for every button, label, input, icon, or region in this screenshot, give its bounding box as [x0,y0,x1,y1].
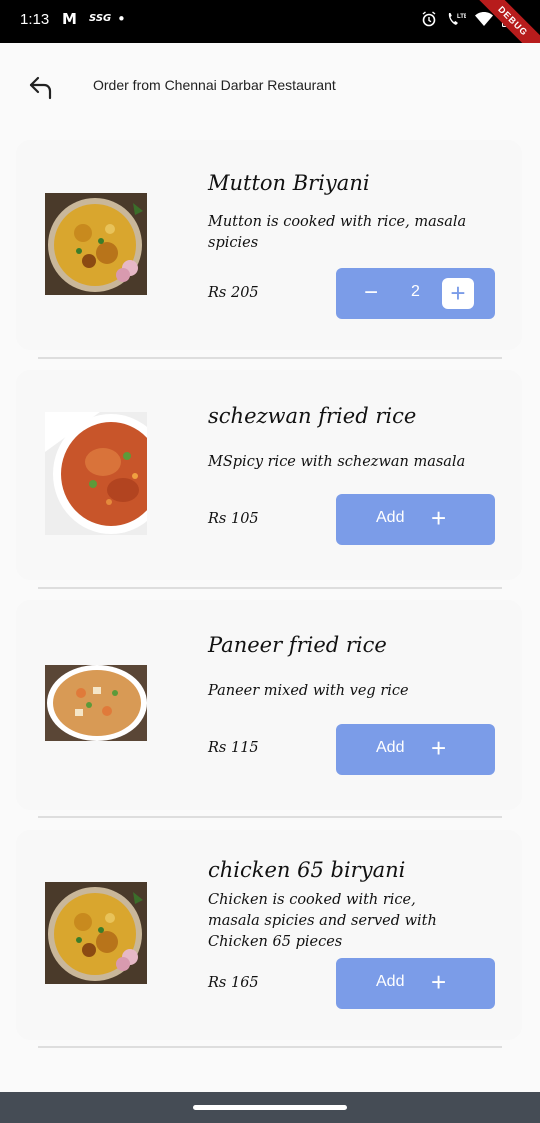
item-price: Rs 105 [208,511,259,527]
add-button-label: Add [376,739,405,756]
biryani-image [45,193,147,295]
item-name: Mutton Briyani [208,171,370,195]
item-description: Chicken is cooked with rice, masala spic… [208,892,437,950]
quantity-value: 2 [411,283,420,300]
decrement-button[interactable]: − [364,278,378,308]
add-button-label: Add [376,973,405,990]
item-name: schezwan fried rice [208,404,417,428]
item-description: Paneer mixed with veg rice [208,683,409,699]
plus-icon: + [431,733,447,763]
divider [38,587,502,589]
item-description: Mutton is cooked with rice, masala spici… [208,214,467,251]
item-description: MSpicy rice with schezwan masala [208,454,466,470]
home-gesture-handle[interactable] [193,1105,347,1110]
back-arrow-icon[interactable] [26,73,58,105]
plus-icon: + [431,967,447,997]
paneer-rice-image [45,665,147,741]
divider [38,1046,502,1048]
add-button[interactable]: Add + [336,724,495,775]
status-time: 1:13 [20,11,50,28]
alarm-icon [422,11,436,27]
add-button[interactable]: Add + [336,494,495,545]
page-title: Order from Chennai Darbar Restaurant [93,77,336,93]
biryani-image [45,882,147,984]
gmail-icon: M [62,10,77,28]
wifi-calling-lte-icon: LTE [448,13,466,25]
item-name: Paneer fried rice [208,633,387,657]
ssg-icon: SSG [89,13,112,24]
fried-rice-image [45,412,147,535]
increment-button[interactable]: + [442,278,474,309]
item-name: chicken 65 biryani [208,858,406,882]
notification-dot-icon: • [117,10,126,28]
item-price: Rs 165 [208,975,259,991]
wifi-icon [475,12,493,26]
divider [38,816,502,818]
svg-text:LTE: LTE [457,14,466,20]
add-button-label: Add [376,509,405,526]
add-button[interactable]: Add + [336,958,495,1009]
plus-icon: + [431,503,447,533]
divider [38,357,502,359]
app-bar: Order from Chennai Darbar Restaurant [0,43,540,133]
system-nav-bar [0,1092,540,1123]
item-price: Rs 205 [208,285,259,301]
quantity-stepper: − 2 + [336,268,495,319]
status-bar: 1:13 M SSG • LTE DEBUG [0,0,540,67]
item-price: Rs 115 [208,740,259,756]
